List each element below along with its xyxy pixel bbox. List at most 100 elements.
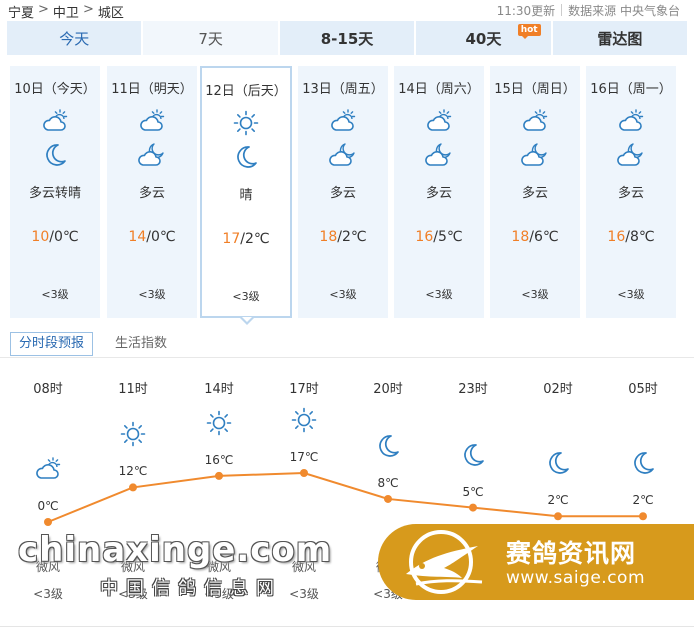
pigeon-logo-icon [406,530,483,594]
hot-badge: hot [517,24,541,39]
day-high-temp: 18 [511,229,530,245]
hour-temp: 17℃ [289,450,319,464]
watermark-chinaxinge: chinaxinge.com [18,530,333,570]
cloudy-night-icon [329,142,357,168]
partly-cloudy-icon [41,108,69,134]
hour-temp: 2℃ [547,493,569,508]
cloudy-night-icon [521,142,549,168]
day-temperature: 14/0℃ [107,229,197,245]
temp-point [129,483,137,492]
day-card[interactable]: 13日（周五） 多云 18/2℃ <3级 [298,66,388,318]
divider [0,357,694,358]
breadcrumb-separator: > [82,2,94,17]
sun-icon [290,407,318,433]
day-temperature: 18/6℃ [490,229,580,245]
temp-point [639,512,647,521]
tab-label: 40天 [465,29,502,48]
day-wind: <3级 [41,288,69,301]
moon-icon [41,142,69,168]
sun-icon [232,110,260,136]
breadcrumb-separator: > [38,2,49,17]
forecast-tabs: 今天 7天 8-15天 40天 hot 雷达图 [7,21,688,55]
tab-today[interactable]: 今天 [7,21,142,55]
watermark-saige: 赛鸽资讯网 www.saige.com [378,524,694,600]
hour-time: 20时 [373,382,403,397]
partly-cloudy-icon [521,108,549,134]
hour-time: 08时 [33,382,63,397]
tab-label: 雷达图 [597,29,643,48]
day-temperature: 16/8℃ [586,229,676,245]
tab-radar[interactable]: 雷达图 [552,21,688,55]
day-weather-desc: 多云 [617,186,644,201]
day-card[interactable]: 11日（明天） 多云 14/0℃ <3级 [107,66,197,318]
watermark-saige-url: www.saige.com [506,568,646,588]
hour-time: 14时 [204,382,234,397]
moon-icon [232,144,260,170]
temp-point [44,518,52,526]
tab-40days[interactable]: 40天 hot [416,21,551,55]
data-source: 数据来源 中央气象台 [568,4,680,18]
day-date: 14日（周六） [398,82,480,97]
breadcrumb-district: 城区 [97,6,124,21]
tab-label: 7天 [198,29,223,48]
temp-point [554,512,562,521]
hour-temp: 0℃ [37,499,59,513]
day-card[interactable]: 14日（周六） 多云 16/5℃ <3级 [394,66,484,318]
day-card[interactable]: 12日（后天） 晴 17/2℃ <3级 [200,66,292,318]
breadcrumb: 宁夏 > 中卫 > 城区 [8,2,124,21]
day-temperature: 17/2℃ [202,231,290,247]
tab-life-index[interactable]: 生活指数 [115,332,167,356]
day-card[interactable]: 15日（周日） 多云 18/6℃ <3级 [490,66,580,318]
day-low-temp: /2℃ [337,229,367,245]
day-date: 16日（周一） [590,82,672,97]
day-weather-desc: 多云 [138,186,165,201]
partly-cloudy-icon [617,108,645,134]
day-high-temp: 16 [607,229,626,245]
day-weather-desc: 多云 [329,186,356,201]
breadcrumb-province[interactable]: 宁夏 [8,2,34,21]
detail-tabs: 分时段预报 生活指数 [10,332,167,356]
update-meta: 11:30更新 数据来源 中央气象台 [497,2,680,19]
update-time: 11:30更新 [496,4,556,18]
temp-point [384,494,392,503]
tab-label: 今天 [59,29,90,48]
day-wind: <3级 [138,288,166,301]
partly-cloudy-icon [34,456,62,482]
day-date: 15日（周日） [494,82,576,97]
breadcrumb-city[interactable]: 中卫 [53,2,79,21]
selected-day-pointer [240,317,254,325]
day-high-temp: 10 [31,229,50,245]
day-weather-desc: 多云 [521,186,548,201]
hour-time: 17时 [289,382,319,397]
hour-time: 11时 [118,382,148,397]
temp-point [215,471,223,480]
day-wind: <3级 [617,288,645,301]
day-low-temp: /6℃ [529,229,559,245]
tab-hourly-forecast[interactable]: 分时段预报 [10,332,94,356]
day-card[interactable]: 16日（周一） 多云 16/8℃ <3级 [586,66,676,318]
sun-icon [119,421,147,447]
sun-icon [205,410,233,436]
day-wind: <3级 [425,288,453,301]
tab-8-15days[interactable]: 8-15天 [279,21,415,55]
day-low-temp: /0℃ [49,229,79,245]
cloudy-night-icon [138,142,166,168]
watermark-chinaxinge-sub: 中国信鸽信息网 [100,578,282,599]
tab-7days[interactable]: 7天 [143,21,278,55]
hour-wind-level: <3级 [289,587,319,601]
temp-point [300,469,308,477]
day-card[interactable]: 10日（今天） 多云转晴 10/0℃ <3级 [10,66,100,318]
partly-cloudy-icon [329,108,357,134]
watermark-saige-title: 赛鸽资讯网 [506,539,637,568]
hour-temp: 8℃ [377,475,399,490]
day-temperature: 18/2℃ [298,229,388,245]
day-date: 13日（周五） [302,82,384,97]
moon-icon [629,450,657,476]
partly-cloudy-icon [425,108,453,134]
day-high-temp: 17 [222,231,241,247]
day-temperature: 16/5℃ [394,229,484,245]
cloudy-night-icon [425,142,453,168]
hour-time: 23时 [458,382,488,397]
day-date: 12日（后天） [205,84,287,99]
moon-icon [459,442,487,468]
